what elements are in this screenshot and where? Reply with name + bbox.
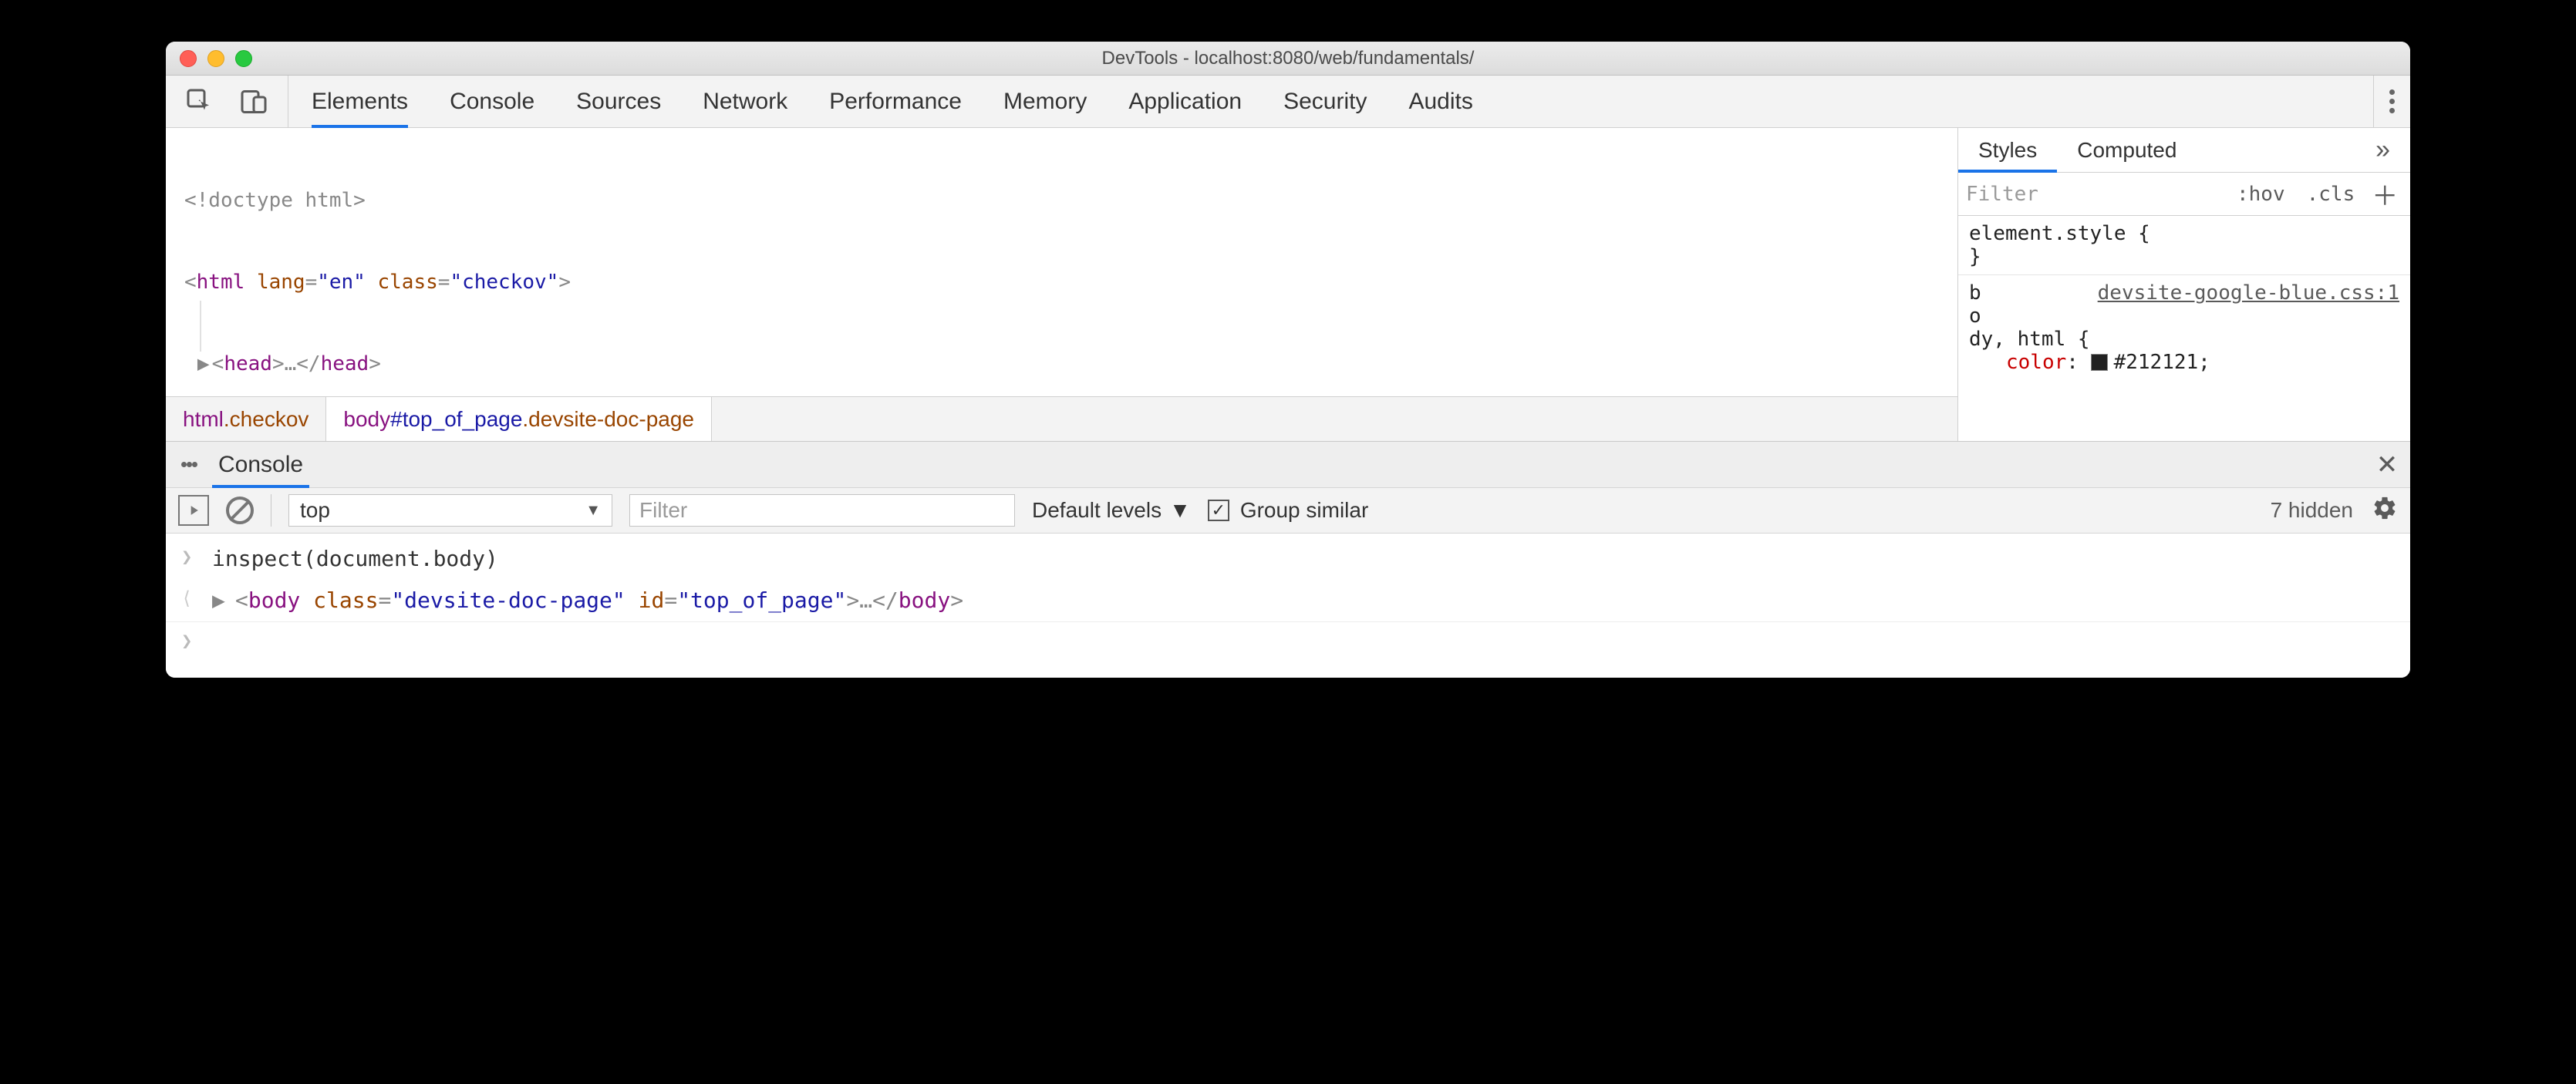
dom-line-html[interactable]: <html lang="en" class="checkov"> bbox=[166, 269, 1957, 296]
tab-performance[interactable]: Performance bbox=[829, 76, 962, 127]
color-swatch-icon[interactable] bbox=[2091, 354, 2108, 371]
console-command-text: inspect(document.body) bbox=[212, 543, 498, 575]
console-filter-input[interactable] bbox=[629, 494, 1015, 527]
prompt-chevron-icon: ❯ bbox=[181, 627, 212, 655]
css-prop-name[interactable]: color bbox=[2006, 351, 2066, 374]
drawer-close-icon[interactable]: ✕ bbox=[2364, 442, 2410, 487]
elements-panel: <!doctype html> <html lang="en" class="c… bbox=[166, 128, 2410, 441]
tab-elements[interactable]: Elements bbox=[312, 76, 408, 127]
tab-memory[interactable]: Memory bbox=[1003, 76, 1087, 127]
expand-result-icon[interactable]: ▶ bbox=[212, 584, 235, 617]
drawer-header: Console ✕ bbox=[166, 441, 2410, 487]
chevron-down-icon: ▼ bbox=[1169, 498, 1191, 523]
levels-label: Default levels bbox=[1032, 498, 1162, 523]
dom-line-head[interactable]: ▶<head>…</head> bbox=[166, 351, 1957, 378]
new-style-rule-icon[interactable]: ＋ bbox=[2365, 175, 2404, 213]
styles-filter-input[interactable] bbox=[1966, 183, 2226, 206]
rule-text: b bbox=[1969, 281, 1981, 305]
window-title: DevTools - localhost:8080/web/fundamenta… bbox=[166, 48, 2410, 69]
dom-tree[interactable]: <!doctype html> <html lang="en" class="c… bbox=[166, 128, 1958, 441]
log-levels-selector[interactable]: Default levels ▼ bbox=[1032, 498, 1191, 523]
settings-menu-icon[interactable] bbox=[2389, 86, 2395, 117]
tab-console[interactable]: Console bbox=[450, 76, 534, 127]
breadcrumb-body[interactable]: body#top_of_page.devsite-doc-page bbox=[326, 397, 712, 441]
context-value: top bbox=[300, 498, 330, 523]
tree-guide-line bbox=[200, 301, 201, 352]
group-similar-checkbox[interactable]: ✓Group similar bbox=[1208, 498, 1368, 523]
drawer-tab-console[interactable]: Console bbox=[212, 442, 309, 487]
context-selector[interactable]: top ▼ bbox=[288, 494, 612, 527]
tab-application[interactable]: Application bbox=[1128, 76, 1242, 127]
rule-close-brace: } bbox=[1969, 245, 2399, 268]
rule-source-link[interactable]: devsite-google-blue.css:1 bbox=[2098, 281, 2399, 305]
dom-line-doctype[interactable]: <!doctype html> bbox=[184, 189, 366, 212]
window-controls bbox=[180, 50, 252, 67]
zoom-window-icon[interactable] bbox=[235, 50, 252, 67]
console-input-line: ❯ inspect(document.body) bbox=[166, 538, 2410, 580]
rule-text: o bbox=[1969, 305, 2399, 328]
css-prop-value[interactable]: #212121 bbox=[2114, 351, 2199, 374]
clear-console-icon[interactable] bbox=[226, 497, 254, 524]
styles-tab-styles[interactable]: Styles bbox=[1958, 128, 2057, 172]
breadcrumb-html[interactable]: html.checkov bbox=[166, 397, 326, 441]
main-toolbar: Elements Console Sources Network Perform… bbox=[166, 76, 2410, 128]
chevron-down-icon: ▼ bbox=[585, 502, 601, 520]
group-similar-label: Group similar bbox=[1240, 498, 1368, 523]
hov-toggle[interactable]: :hov bbox=[2226, 183, 2296, 206]
rule-selector-text: dy, html { bbox=[1969, 328, 2399, 351]
breadcrumb: html.checkov body#top_of_page.devsite-do… bbox=[166, 396, 1957, 441]
console-toolbar: top ▼ Default levels ▼ ✓Group similar 7 … bbox=[166, 487, 2410, 534]
styles-pane: Styles Computed » :hov .cls ＋ element.st… bbox=[1958, 128, 2410, 441]
cls-toggle[interactable]: .cls bbox=[2296, 183, 2366, 206]
input-chevron-icon: ❯ bbox=[181, 543, 212, 571]
panel-tabs: Elements Console Sources Network Perform… bbox=[288, 76, 1473, 127]
rule-element-style[interactable]: element.style { } bbox=[1958, 216, 2410, 274]
drawer-menu-icon[interactable] bbox=[166, 442, 212, 487]
rule-selector-text: element.style { bbox=[1969, 222, 2399, 245]
close-window-icon[interactable] bbox=[180, 50, 197, 67]
console-result-line[interactable]: ⟨ ▶ <body class="devsite-doc-page" id="t… bbox=[166, 580, 2410, 622]
styles-tab-computed[interactable]: Computed bbox=[2057, 128, 2197, 172]
console-settings-icon[interactable] bbox=[2372, 495, 2398, 527]
hidden-count[interactable]: 7 hidden bbox=[2271, 498, 2353, 523]
console-output[interactable]: ❯ inspect(document.body) ⟨ ▶ <body class… bbox=[166, 534, 2410, 678]
rule-body-html[interactable]: bdevsite-google-blue.css:1 o dy, html { … bbox=[1958, 274, 2410, 380]
titlebar: DevTools - localhost:8080/web/fundamenta… bbox=[166, 42, 2410, 76]
output-chevron-icon: ⟨ bbox=[181, 584, 212, 612]
inspect-element-icon[interactable] bbox=[184, 86, 215, 117]
devtools-window: DevTools - localhost:8080/web/fundamenta… bbox=[166, 42, 2410, 678]
minimize-window-icon[interactable] bbox=[207, 50, 224, 67]
styles-tab-more-icon[interactable]: » bbox=[2355, 128, 2410, 172]
device-toolbar-icon[interactable] bbox=[238, 86, 269, 117]
tab-security[interactable]: Security bbox=[1283, 76, 1367, 127]
console-prompt[interactable]: ❯ bbox=[166, 622, 2410, 659]
tab-audits[interactable]: Audits bbox=[1408, 76, 1472, 127]
console-sidebar-toggle-icon[interactable] bbox=[178, 495, 209, 526]
tab-sources[interactable]: Sources bbox=[576, 76, 661, 127]
tab-network[interactable]: Network bbox=[703, 76, 787, 127]
